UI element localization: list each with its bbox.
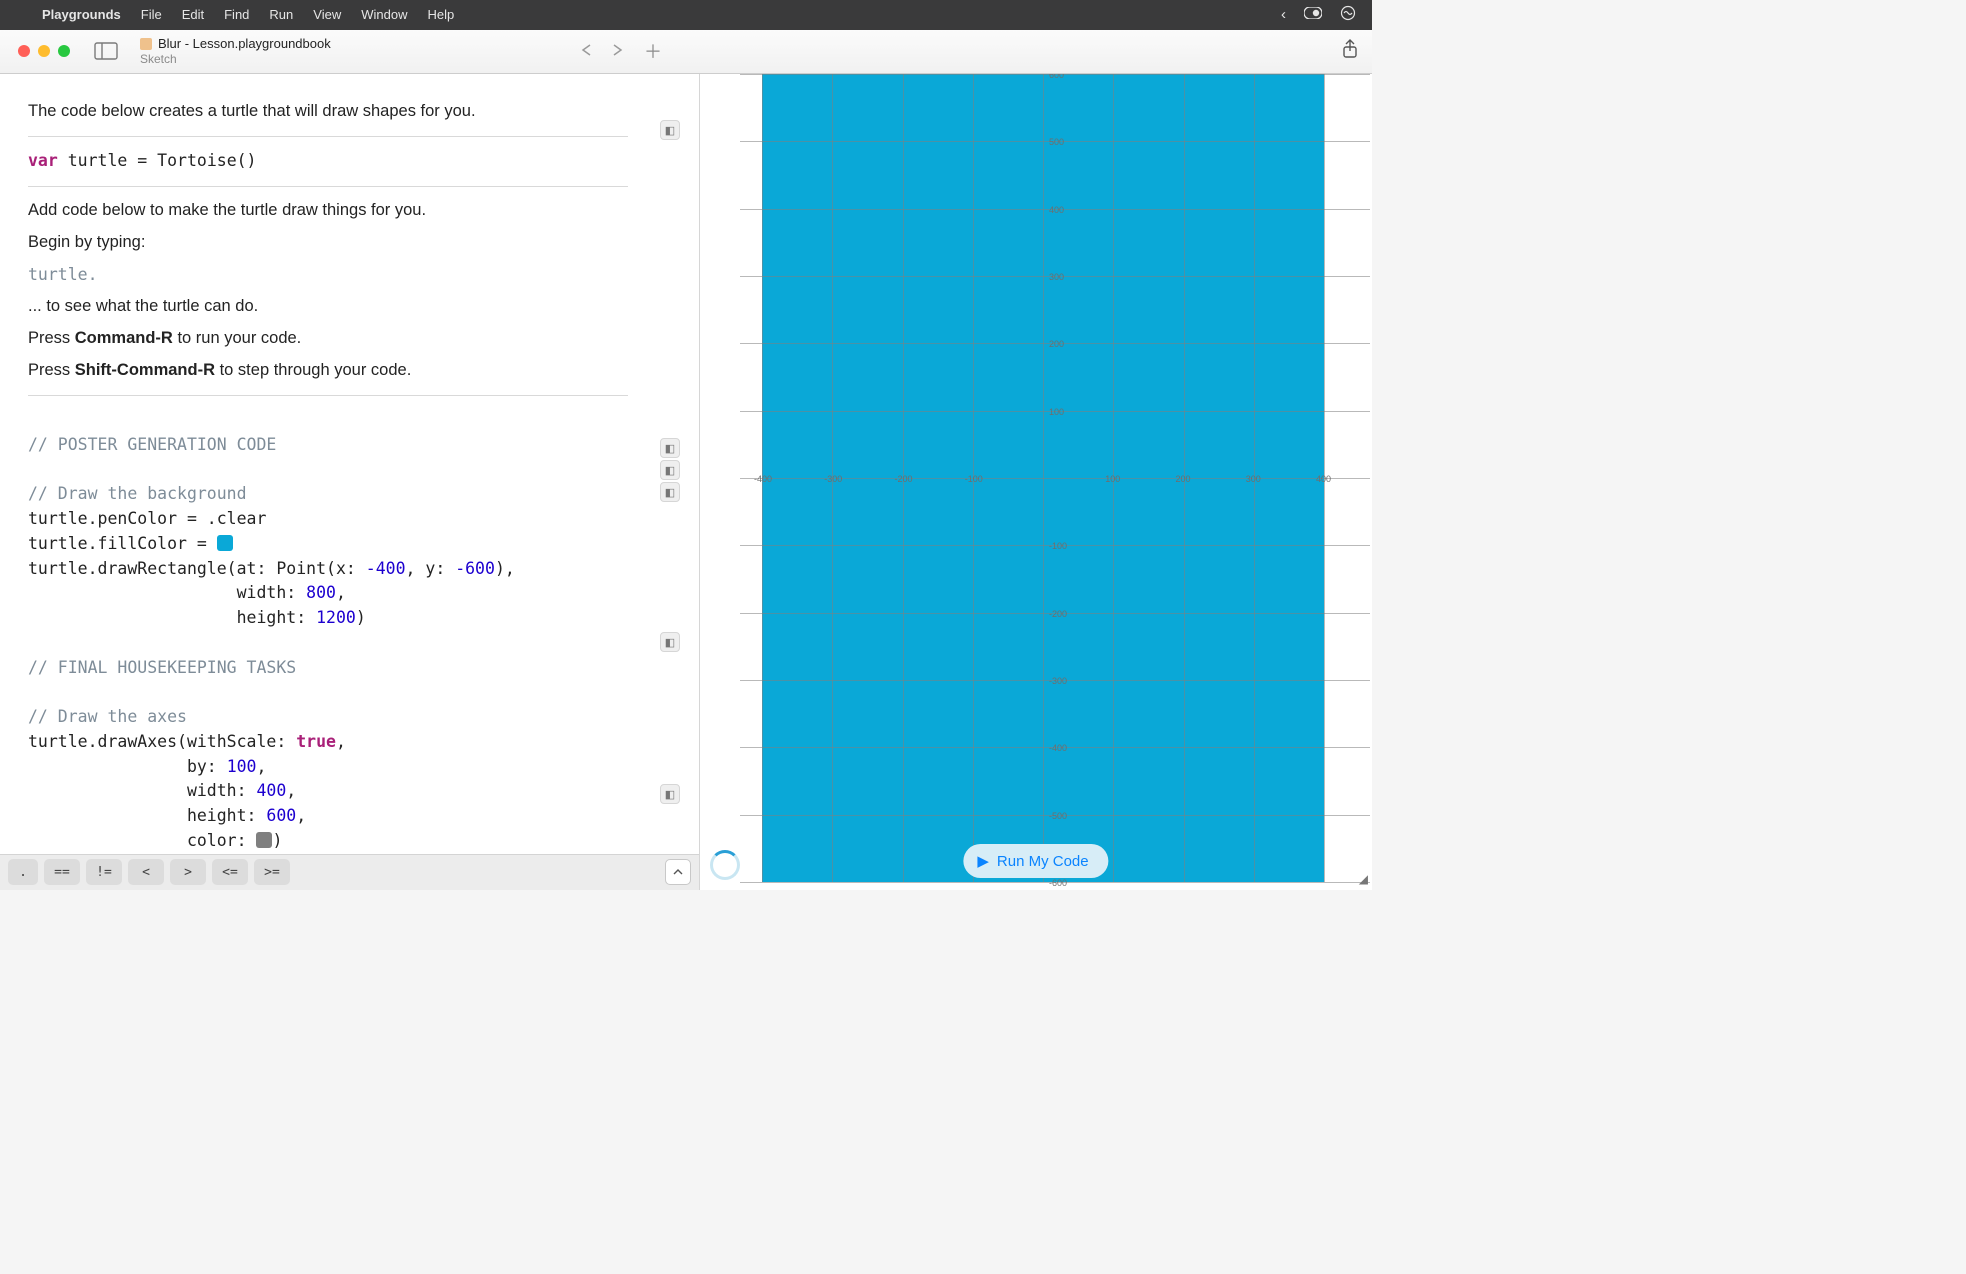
snippet-eq[interactable]: == xyxy=(44,859,80,885)
axis-tick-label: -200 xyxy=(1049,609,1067,619)
axis-tick-label: 200 xyxy=(1176,474,1191,484)
editor-pane: ◧ ◧ ◧ ◧ ◧ ◧ The code below creates a tur… xyxy=(0,74,700,890)
back-icon[interactable]: ‹ xyxy=(1281,6,1286,23)
axis-tick-label: -400 xyxy=(1049,743,1067,753)
document-subtitle: Sketch xyxy=(140,52,331,66)
snippet-bar: . == != < > <= >= xyxy=(0,854,699,890)
axis-tick-label: -200 xyxy=(895,474,913,484)
prose-text: ... to see what the turtle can do. xyxy=(28,295,628,319)
axis-tick-label: -400 xyxy=(754,474,772,484)
resize-handle-icon[interactable]: ◢ xyxy=(1359,872,1368,886)
axis-tick-label: -600 xyxy=(1049,878,1067,888)
axis-tick-label: 300 xyxy=(1246,474,1261,484)
axis-tick-label: 200 xyxy=(1049,339,1064,349)
intro-text: The code below creates a turtle that wil… xyxy=(28,100,628,124)
execution-gauge-icon[interactable] xyxy=(710,850,740,880)
code-area[interactable]: // POSTER GENERATION CODE // Draw the ba… xyxy=(28,408,671,854)
window-toolbar: Blur - Lesson.playgroundbook Sketch ＋ xyxy=(0,30,1372,74)
siri-icon[interactable] xyxy=(1340,5,1356,25)
result-cube-icon[interactable]: ◧ xyxy=(660,120,680,140)
toggle-sidebar-button[interactable] xyxy=(94,42,118,60)
snippet-dot[interactable]: . xyxy=(8,859,38,885)
nav-back-icon[interactable] xyxy=(580,43,592,60)
minimize-window-button[interactable] xyxy=(38,45,50,57)
menu-file[interactable]: File xyxy=(131,7,172,22)
menu-window[interactable]: Window xyxy=(351,7,417,22)
axis-tick-label: -100 xyxy=(965,474,983,484)
add-page-button[interactable]: ＋ xyxy=(644,38,662,64)
menu-find[interactable]: Find xyxy=(214,7,259,22)
color-swatch-gray[interactable] xyxy=(256,832,272,848)
document-title: Blur - Lesson.playgroundbook xyxy=(158,36,331,51)
prose-text: Press Shift-Command-R to step through yo… xyxy=(28,359,628,383)
axis-tick-label: -300 xyxy=(1049,676,1067,686)
prose-text: Add code below to make the turtle draw t… xyxy=(28,199,628,223)
axis-tick-label: -300 xyxy=(824,474,842,484)
document-icon xyxy=(140,38,152,50)
code-text: turtle = Tortoise() xyxy=(58,151,257,170)
close-window-button[interactable] xyxy=(18,45,30,57)
prose-text: Press Command-R to run your code. xyxy=(28,327,628,351)
axis-tick-label: -100 xyxy=(1049,541,1067,551)
run-label: Run My Code xyxy=(997,853,1089,870)
code-hint: turtle. xyxy=(28,265,98,284)
snippet-lt[interactable]: < xyxy=(128,859,164,885)
axis-tick-label: 500 xyxy=(1049,137,1064,147)
axis-tick-label: 400 xyxy=(1316,474,1331,484)
menu-view[interactable]: View xyxy=(303,7,351,22)
system-menubar: Playgrounds File Edit Find Run View Wind… xyxy=(0,0,1372,30)
control-center-icon[interactable] xyxy=(1304,6,1322,23)
snippet-gt[interactable]: > xyxy=(170,859,206,885)
axis-tick-label: 100 xyxy=(1049,407,1064,417)
axis-tick-label: 400 xyxy=(1049,205,1064,215)
share-button[interactable] xyxy=(1342,39,1358,64)
app-menu[interactable]: Playgrounds xyxy=(32,7,131,22)
axis-tick-label: 600 xyxy=(1049,74,1064,80)
canvas-area[interactable]: -400 -300 -200 -100 100 200 300 400 600 500 400 300… xyxy=(700,74,1372,890)
editor-scroll[interactable]: ◧ ◧ ◧ ◧ ◧ ◧ The code below creates a tur… xyxy=(0,74,699,854)
snippet-neq[interactable]: != xyxy=(86,859,122,885)
axis-tick-label: -500 xyxy=(1049,811,1067,821)
nav-forward-icon[interactable] xyxy=(612,43,624,60)
prose-text: Begin by typing: xyxy=(28,231,628,255)
play-icon: ▶ xyxy=(977,852,989,870)
axis-tick-label: 300 xyxy=(1049,272,1064,282)
toggle-inspector-button[interactable] xyxy=(665,859,691,885)
menu-run[interactable]: Run xyxy=(259,7,303,22)
run-my-code-button[interactable]: ▶ Run My Code xyxy=(963,844,1108,878)
snippet-ge[interactable]: >= xyxy=(254,859,290,885)
menu-help[interactable]: Help xyxy=(417,7,464,22)
code-keyword: var xyxy=(28,151,58,170)
traffic-lights xyxy=(18,45,70,57)
zoom-window-button[interactable] xyxy=(58,45,70,57)
axis-tick-label: 100 xyxy=(1105,474,1120,484)
color-swatch-blue[interactable] xyxy=(217,535,233,551)
snippet-le[interactable]: <= xyxy=(212,859,248,885)
menu-edit[interactable]: Edit xyxy=(172,7,214,22)
live-view-pane: -400 -300 -200 -100 100 200 300 400 600 500 400 300… xyxy=(700,74,1372,890)
